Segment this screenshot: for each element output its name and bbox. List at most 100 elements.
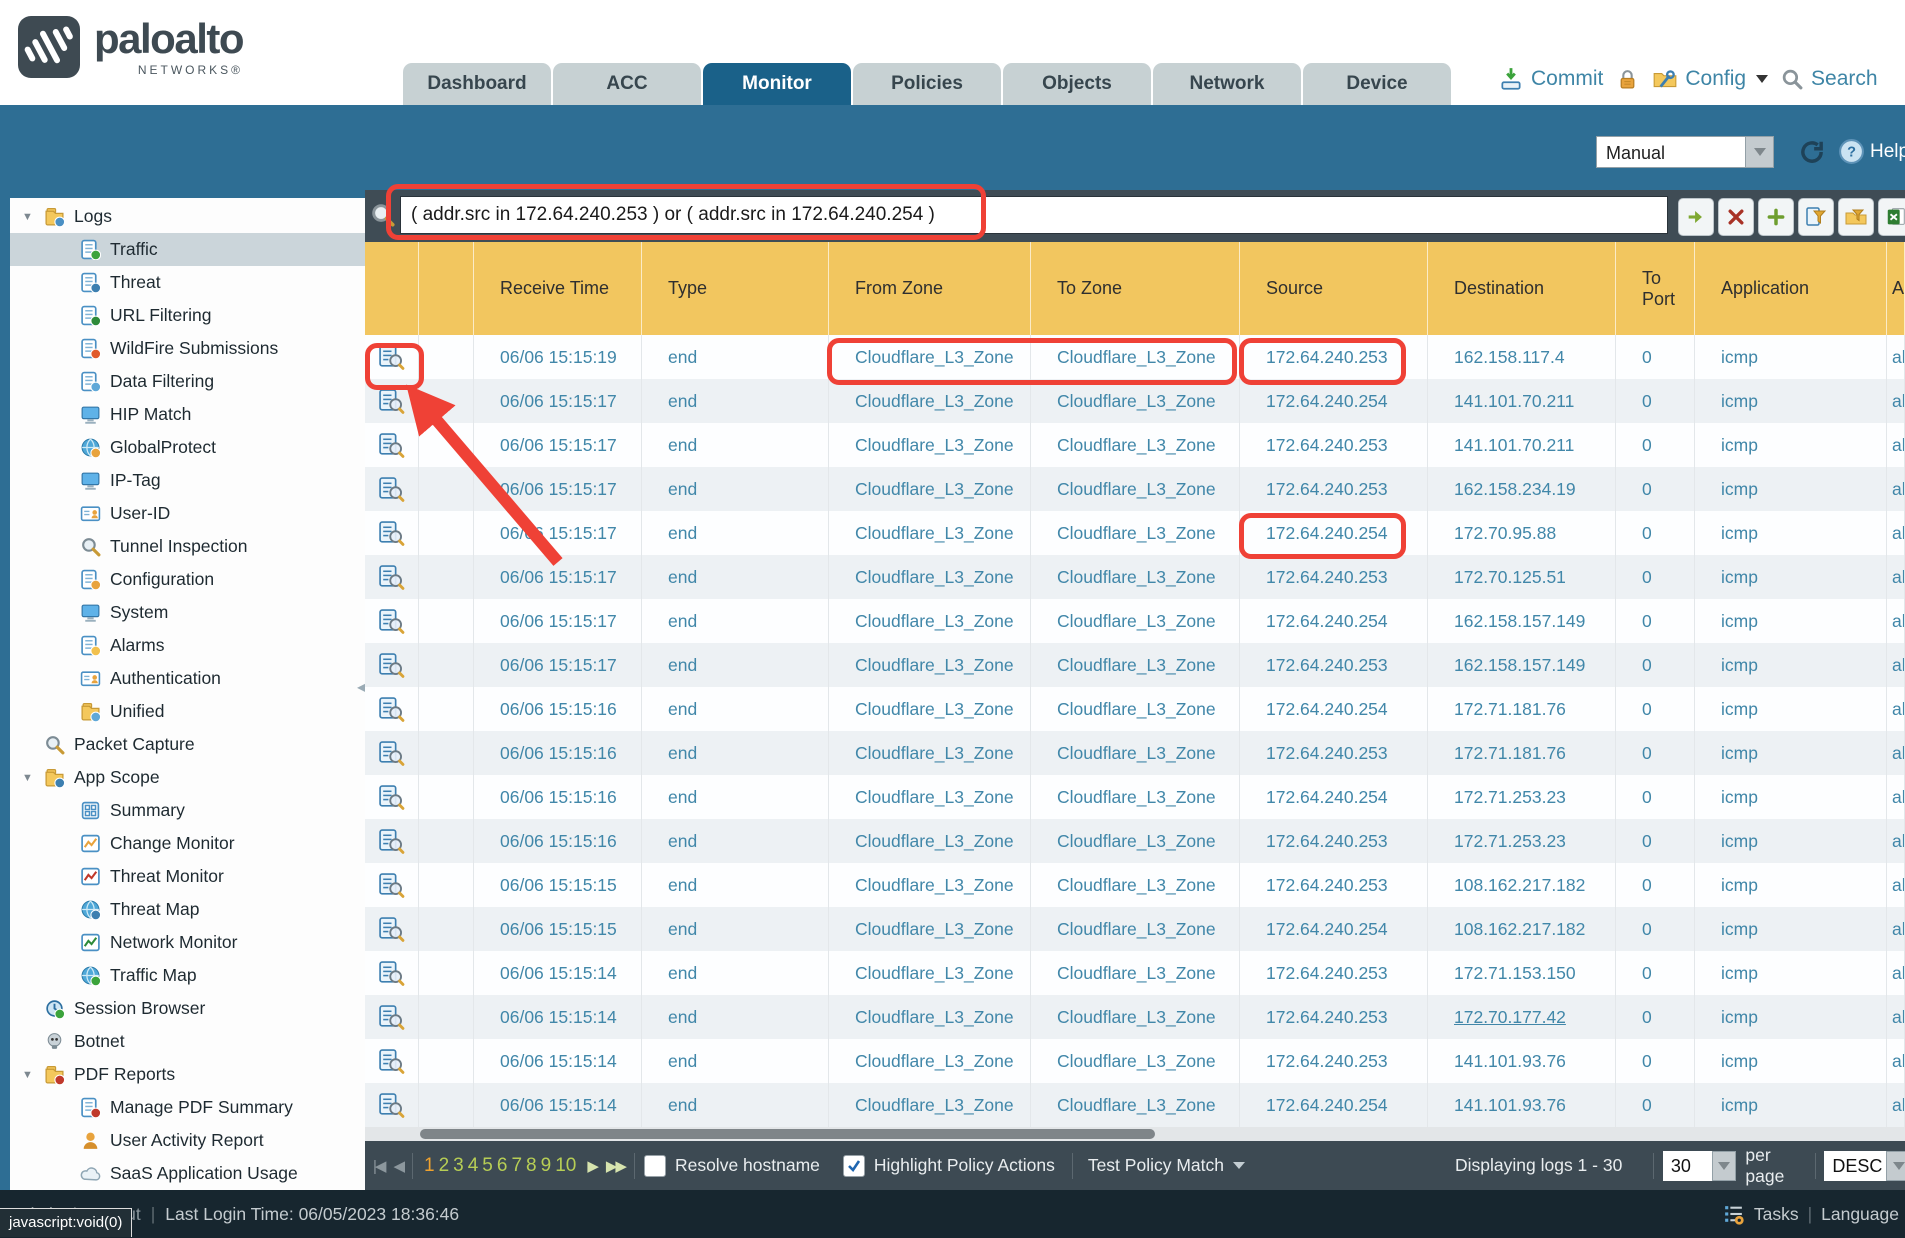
resolve-hostname-checkbox[interactable] [644, 1155, 666, 1177]
sidebar-item-packet-capture[interactable]: Packet Capture [10, 728, 365, 761]
log-detail-icon[interactable] [365, 863, 419, 907]
table-row[interactable]: 06/06 15:15:17endCloudflare_L3_ZoneCloud… [365, 643, 1905, 687]
tab-network[interactable]: Network [1153, 63, 1301, 105]
table-row[interactable]: 06/06 15:15:17endCloudflare_L3_ZoneCloud… [365, 379, 1905, 423]
column-header-destination[interactable]: Destination [1428, 242, 1616, 335]
sidebar-item-alarms[interactable]: Alarms [10, 629, 365, 662]
export-csv-button[interactable] [1878, 198, 1905, 236]
add-filter-button[interactable] [1758, 198, 1794, 236]
column-header-a[interactable]: A [1887, 242, 1905, 335]
sidebar-item-hip-match[interactable]: HIP Match [10, 398, 365, 431]
refresh-interval-select[interactable]: Manual [1596, 136, 1746, 168]
table-row[interactable]: 06/06 15:15:17endCloudflare_L3_ZoneCloud… [365, 555, 1905, 599]
page-number-4[interactable]: 4 [468, 1155, 479, 1177]
column-header-type[interactable]: Type [642, 242, 829, 335]
config-button[interactable]: Config [1652, 66, 1768, 92]
sidebar-item-ip-tag[interactable]: IP-Tag [10, 464, 365, 497]
page-number-5[interactable]: 5 [482, 1155, 493, 1177]
log-detail-icon[interactable] [365, 467, 419, 511]
log-detail-icon[interactable] [365, 995, 419, 1039]
cell-destination[interactable]: 172.70.177.42 [1428, 995, 1616, 1039]
page-number-2[interactable]: 2 [439, 1155, 450, 1177]
table-row[interactable]: 06/06 15:15:16endCloudflare_L3_ZoneCloud… [365, 687, 1905, 731]
refresh-icon[interactable] [1798, 138, 1826, 166]
sidebar-item-summary[interactable]: Summary [10, 794, 365, 827]
column-header-application[interactable]: Application [1695, 242, 1887, 335]
prev-page-button[interactable]: ◀ [393, 1157, 403, 1175]
last-page-button[interactable]: ▶▶ [606, 1157, 625, 1175]
next-page-button[interactable]: ▶ [587, 1157, 597, 1175]
expand-triangle-icon[interactable]: ▼ [22, 1069, 44, 1081]
sidebar-item-user-activity-report[interactable]: User Activity Report [10, 1124, 365, 1157]
per-page-select-arrow[interactable] [1712, 1151, 1737, 1181]
highlight-policy-actions-checkbox[interactable] [843, 1155, 865, 1177]
sidebar-item-threat-map[interactable]: Threat Map [10, 893, 365, 926]
table-row[interactable]: 06/06 15:15:19endCloudflare_L3_ZoneCloud… [365, 335, 1905, 379]
tab-monitor[interactable]: Monitor [703, 63, 851, 105]
sidebar-item-globalprotect[interactable]: GlobalProtect [10, 431, 365, 464]
tasks-link[interactable]: Tasks [1754, 1204, 1799, 1225]
table-row[interactable]: 06/06 15:15:14endCloudflare_L3_ZoneCloud… [365, 995, 1905, 1039]
language-link[interactable]: Language [1821, 1204, 1899, 1225]
log-detail-icon[interactable] [365, 687, 419, 731]
tab-acc[interactable]: ACC [553, 63, 701, 105]
tab-device[interactable]: Device [1303, 63, 1451, 105]
column-header-receive-time[interactable]: Receive Time [474, 242, 642, 335]
sidebar-item-change-monitor[interactable]: Change Monitor [10, 827, 365, 860]
sidebar-item-user-id[interactable]: User-ID [10, 497, 365, 530]
load-filter-button[interactable] [1838, 198, 1874, 236]
column-header-to-zone[interactable]: To Zone [1031, 242, 1240, 335]
sidebar-item-data-filtering[interactable]: Data Filtering [10, 365, 365, 398]
column-header-to-port[interactable]: To Port [1616, 242, 1695, 335]
test-policy-match-button[interactable]: Test Policy Match [1088, 1155, 1224, 1176]
column-header-col1[interactable] [419, 242, 474, 335]
sidebar-item-tunnel-inspection[interactable]: Tunnel Inspection [10, 530, 365, 563]
sidebar-item-session-browser[interactable]: Session Browser [10, 992, 365, 1025]
clear-filter-button[interactable] [1718, 198, 1754, 236]
sidebar-item-botnet[interactable]: Botnet [10, 1025, 365, 1058]
page-number-10[interactable]: 10 [555, 1155, 576, 1177]
table-row[interactable]: 06/06 15:15:17endCloudflare_L3_ZoneCloud… [365, 511, 1905, 555]
search-button[interactable]: Search [1781, 67, 1878, 91]
tab-dashboard[interactable]: Dashboard [403, 63, 551, 105]
commit-button[interactable]: Commit [1498, 66, 1603, 92]
lock-icon[interactable] [1616, 68, 1639, 91]
page-number-7[interactable]: 7 [511, 1155, 522, 1177]
table-row[interactable]: 06/06 15:15:16endCloudflare_L3_ZoneCloud… [365, 775, 1905, 819]
table-row[interactable]: 06/06 15:15:17endCloudflare_L3_ZoneCloud… [365, 467, 1905, 511]
sidebar-item-network-monitor[interactable]: Network Monitor [10, 926, 365, 959]
log-detail-icon[interactable] [365, 819, 419, 863]
sidebar-item-pdf-reports[interactable]: ▼PDF Reports [10, 1058, 365, 1091]
table-row[interactable]: 06/06 15:15:16endCloudflare_L3_ZoneCloud… [365, 819, 1905, 863]
table-row[interactable]: 06/06 15:15:17endCloudflare_L3_ZoneCloud… [365, 423, 1905, 467]
tab-policies[interactable]: Policies [853, 63, 1001, 105]
log-detail-icon[interactable] [365, 555, 419, 599]
table-row[interactable]: 06/06 15:15:15endCloudflare_L3_ZoneCloud… [365, 863, 1905, 907]
per-page-select[interactable]: 30 [1663, 1151, 1712, 1181]
column-header-source[interactable]: Source [1240, 242, 1428, 335]
sidebar-item-traffic[interactable]: Traffic [10, 233, 365, 266]
log-detail-icon[interactable] [365, 775, 419, 819]
horizontal-scrollbar-thumb[interactable] [420, 1129, 1155, 1139]
page-number-1[interactable]: 1 [424, 1155, 435, 1177]
refresh-interval-arrow[interactable] [1745, 136, 1774, 168]
sidebar-item-url-filtering[interactable]: URL Filtering [10, 299, 365, 332]
table-row[interactable]: 06/06 15:15:15endCloudflare_L3_ZoneCloud… [365, 907, 1905, 951]
page-number-6[interactable]: 6 [497, 1155, 508, 1177]
page-number-3[interactable]: 3 [453, 1155, 464, 1177]
log-detail-icon[interactable] [365, 599, 419, 643]
log-detail-icon[interactable] [365, 511, 419, 555]
sort-order-select[interactable]: DESC [1824, 1151, 1886, 1181]
log-detail-icon[interactable] [365, 907, 419, 951]
log-detail-icon[interactable] [365, 731, 419, 775]
expand-triangle-icon[interactable]: ▼ [22, 211, 44, 223]
log-detail-icon[interactable] [365, 379, 419, 423]
page-number-9[interactable]: 9 [541, 1155, 552, 1177]
column-header-col0[interactable] [365, 242, 419, 335]
sidebar-item-traffic-map[interactable]: Traffic Map [10, 959, 365, 992]
table-row[interactable]: 06/06 15:15:14endCloudflare_L3_ZoneCloud… [365, 1083, 1905, 1127]
log-detail-icon[interactable] [365, 951, 419, 995]
sidebar-item-logs[interactable]: ▼Logs [10, 200, 365, 233]
tab-objects[interactable]: Objects [1003, 63, 1151, 105]
log-detail-icon[interactable] [365, 643, 419, 687]
